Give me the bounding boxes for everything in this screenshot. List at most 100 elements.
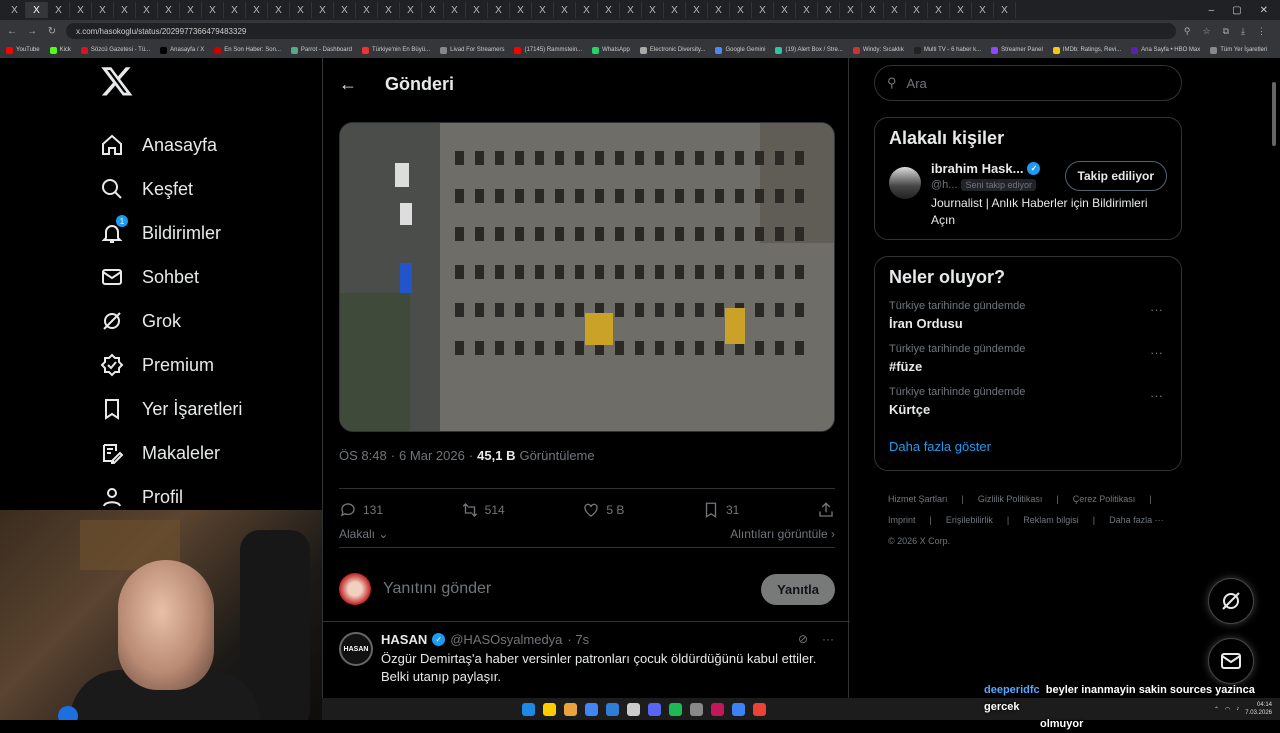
reply-action[interactable]: 131: [339, 501, 383, 519]
reload-icon[interactable]: ↻: [46, 26, 58, 37]
reply-post[interactable]: HASAN HASAN ✓ @HASOsyalmedya · 7s Özgür …: [323, 621, 850, 696]
nav-item-bookmark[interactable]: Yer İşaretleri: [96, 387, 316, 431]
reply-author-name[interactable]: HASAN: [381, 632, 427, 647]
browser-tab[interactable]: X: [972, 2, 994, 18]
repost-action[interactable]: 514: [461, 501, 505, 519]
browser-tab[interactable]: X: [356, 2, 378, 18]
bookmark-item[interactable]: (19) Alert Box / Stre...: [775, 46, 843, 54]
search-input[interactable]: ⚲ Ara: [874, 65, 1182, 101]
bookmark-item[interactable]: Streamer Panel: [991, 46, 1043, 54]
browser-tab[interactable]: X: [840, 2, 862, 18]
x-logo-icon[interactable]: [100, 64, 134, 98]
browser-tab[interactable]: X: [686, 2, 708, 18]
browser-tab[interactable]: X: [576, 2, 598, 18]
taskbar-app-icon[interactable]: [669, 702, 682, 716]
scrollbar-thumb[interactable]: [1272, 82, 1276, 146]
taskbar-app-icon[interactable]: [585, 702, 598, 716]
bookmark-action[interactable]: 31: [702, 501, 739, 519]
share-action[interactable]: [817, 501, 835, 519]
zoom-icon[interactable]: ⚲: [1184, 26, 1191, 37]
my-avatar[interactable]: [339, 573, 371, 605]
bookmark-item[interactable]: Windy: Sıcaklık: [852, 46, 904, 54]
browser-tab[interactable]: X: [708, 2, 730, 18]
person-handle[interactable]: @h...: [931, 179, 957, 191]
footer-link[interactable]: Daha fazla ···: [1109, 510, 1164, 531]
bookmark-item[interactable]: Livad For Streamers: [440, 46, 504, 54]
view-quotes-link[interactable]: Alıntıları görüntüle ›: [730, 527, 835, 541]
person-avatar[interactable]: [889, 167, 921, 199]
taskbar-app-icon[interactable]: [753, 702, 766, 716]
browser-tab[interactable]: X: [136, 2, 158, 18]
more-options-icon[interactable]: ···: [1150, 345, 1163, 360]
bookmark-item[interactable]: Google Gemini: [715, 46, 765, 54]
taskbar-app-icon[interactable]: [648, 702, 661, 716]
browser-tab[interactable]: X: [928, 2, 950, 18]
bookmark-item[interactable]: IMDb: Ratings, Revi...: [1052, 46, 1121, 54]
taskbar-app-icon[interactable]: [690, 702, 703, 716]
browser-tab[interactable]: X: [246, 2, 268, 18]
nav-item-bell[interactable]: 1 Bildirimler: [96, 211, 316, 255]
browser-tab[interactable]: X: [70, 2, 92, 18]
extensions-icon[interactable]: ⧉: [1223, 26, 1229, 37]
maximize-icon[interactable]: ▢: [1232, 5, 1241, 16]
browser-tab[interactable]: X: [48, 2, 70, 18]
nav-item-article[interactable]: Makaleler: [96, 431, 316, 475]
browser-tab[interactable]: X: [818, 2, 840, 18]
browser-tab[interactable]: X: [92, 2, 114, 18]
back-arrow-icon[interactable]: ←: [339, 74, 357, 95]
menu-icon[interactable]: ⋮: [1257, 26, 1266, 37]
close-icon[interactable]: ✕: [1260, 5, 1268, 16]
bookmark-item[interactable]: Anasayfa / X: [160, 46, 204, 54]
taskbar-app-icon[interactable]: [543, 702, 556, 716]
browser-tab[interactable]: X: [862, 2, 884, 18]
bookmark-item[interactable]: Ana Sayfa • HBO Max: [1131, 46, 1200, 54]
bookmark-item[interactable]: YouTube: [6, 46, 40, 54]
browser-tab[interactable]: X: [950, 2, 972, 18]
reply-time[interactable]: · 7s: [567, 632, 589, 647]
browser-tab[interactable]: X: [510, 2, 532, 18]
footer-link[interactable]: Çerez Politikası: [1073, 489, 1136, 510]
browser-tab[interactable]: X: [202, 2, 224, 18]
footer-link[interactable]: Gizlilik Politikası: [978, 489, 1043, 510]
grok-fab[interactable]: [1208, 578, 1254, 624]
bookmark-item[interactable]: Kick: [49, 46, 71, 54]
browser-tab[interactable]: X: [796, 2, 818, 18]
bookmark-item[interactable]: Türkiye'nin En Büyü...: [361, 46, 430, 54]
browser-tab[interactable]: X: [664, 2, 686, 18]
taskbar-app-icon[interactable]: [522, 702, 535, 716]
browser-tab[interactable]: X: [774, 2, 796, 18]
bookmark-item[interactable]: Parrot - Dashboard: [290, 46, 352, 54]
browser-tab[interactable]: X: [334, 2, 356, 18]
following-button[interactable]: Takip ediliyor: [1064, 161, 1167, 191]
taskbar-app-icon[interactable]: [627, 702, 640, 716]
reply-author-handle[interactable]: @HASOsyalmedya: [450, 632, 562, 647]
bookmark-item[interactable]: WhatsApp: [592, 46, 630, 54]
bookmark-item[interactable]: En Son Haber: Son...: [214, 46, 281, 54]
forward-icon[interactable]: →: [26, 26, 38, 37]
reply-button[interactable]: Yanıtla: [761, 573, 835, 605]
browser-tab[interactable]: X: [114, 2, 136, 18]
browser-tab[interactable]: X: [620, 2, 642, 18]
related-dropdown[interactable]: Alakalı ⌄: [339, 527, 388, 541]
footer-link[interactable]: Erişilebilirlik: [946, 510, 993, 531]
browser-tab[interactable]: X: [444, 2, 466, 18]
taskbar-app-icon[interactable]: [711, 702, 724, 716]
related-person[interactable]: ibrahim Hask... ✓ @h... Seni takip ediyo…: [889, 159, 1167, 229]
bookmark-item[interactable]: Tüm Yer İşaretleri: [1210, 46, 1267, 54]
browser-tab[interactable]: X: [532, 2, 554, 18]
bookmark-item[interactable]: (17145) Rammstein...: [514, 46, 582, 54]
browser-tab[interactable]: X: [268, 2, 290, 18]
browser-tab[interactable]: X: [598, 2, 620, 18]
taskbar-app-icon[interactable]: [732, 702, 745, 716]
browser-tab[interactable]: X: [26, 2, 48, 18]
page-scrollbar[interactable]: [1272, 62, 1278, 698]
grok-icon[interactable]: ⊘: [798, 632, 808, 646]
download-icon[interactable]: ⤓: [1241, 26, 1245, 37]
nav-item-mail[interactable]: Sohbet: [96, 255, 316, 299]
taskbar-app-icon[interactable]: [606, 702, 619, 716]
browser-tab[interactable]: X: [400, 2, 422, 18]
nav-item-search[interactable]: Keşfet: [96, 167, 316, 211]
browser-tab[interactable]: X: [158, 2, 180, 18]
browser-tab[interactable]: X: [752, 2, 774, 18]
trend-item[interactable]: Türkiye tarihinde gündemde #füze ···: [889, 343, 1167, 374]
